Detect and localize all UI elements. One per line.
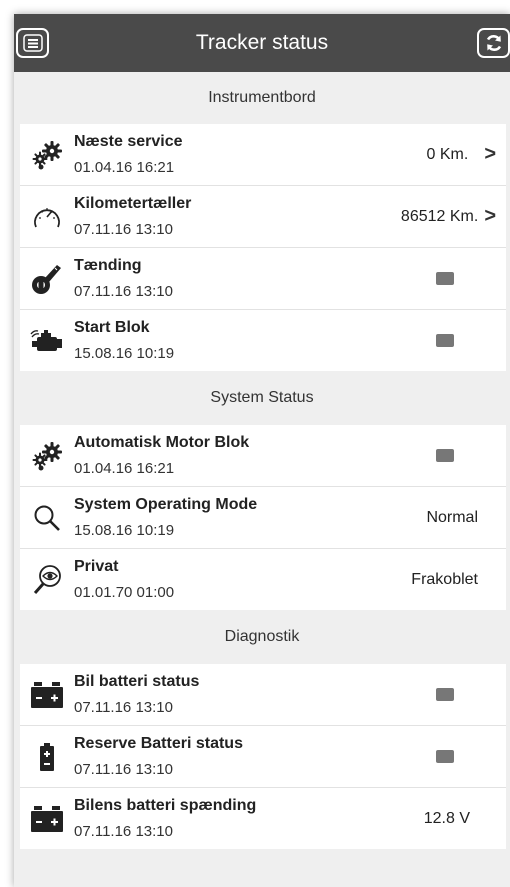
item-date: 07.11.16 13:10 [74, 699, 173, 716]
list-item-reserve-batteri-status[interactable]: Reserve Batteri status 07.11.16 13:10 [20, 726, 506, 788]
list-item-privat[interactable]: Privat 01.01.70 01:00 Frakoblet [20, 549, 506, 610]
car-battery-icon [31, 805, 63, 832]
item-date: 07.11.16 13:10 [74, 283, 173, 300]
section-title-instrumentbord: Instrumentbord [208, 89, 316, 106]
refresh-button[interactable] [477, 28, 510, 58]
backup-battery-icon [40, 742, 54, 771]
ignition-key-icon [32, 264, 61, 294]
item-value: 86512 Km. [400, 207, 479, 225]
status-indicator [436, 334, 454, 347]
status-indicator [436, 272, 454, 285]
item-value: Frakoblet [411, 570, 478, 588]
list-item-start-blok[interactable]: Start Blok 15.08.16 10:19 [20, 310, 506, 371]
section-title-diagnostik: Diagnostik [224, 628, 300, 645]
magnifier-icon [34, 505, 60, 531]
list-item-naeste-service[interactable]: Næste service 01.04.16 16:21 0 Km. > [20, 124, 506, 186]
menu-button[interactable] [16, 28, 49, 58]
engine-icon [30, 329, 62, 351]
app-header: Tracker status [14, 14, 510, 72]
item-date: 15.08.16 10:19 [74, 345, 175, 362]
refresh-icon [486, 35, 501, 51]
app-frame: Tracker status Instrumentbord Næste serv… [14, 14, 510, 887]
speedometer-icon [34, 207, 60, 227]
car-battery-icon [31, 681, 63, 708]
list-item-system-operating-mode[interactable]: System Operating Mode 15.08.16 10:19 Nor… [20, 487, 506, 549]
section-title-system-status: System Status [210, 389, 314, 406]
item-value: 0 Km. [426, 145, 469, 163]
chevron-right-icon[interactable]: > [484, 143, 496, 166]
status-indicator [436, 750, 454, 763]
system-status-card: Automatisk Motor Blok 01.04.16 16:21 Sys… [20, 425, 506, 610]
gears-icon [32, 140, 62, 169]
menu-icon [22, 34, 43, 52]
page-title: Tracker status [195, 31, 329, 54]
chevron-right-icon[interactable]: > [484, 205, 496, 228]
list-item-taending[interactable]: Tænding 07.11.16 13:10 [20, 248, 506, 310]
item-date: 07.11.16 13:10 [74, 761, 173, 778]
status-indicator [436, 449, 454, 462]
status-indicator [436, 688, 454, 701]
item-date: 01.04.16 16:21 [74, 460, 175, 477]
diagnostik-card: Bil batteri status 07.11.16 13:10 Reserv… [20, 664, 506, 849]
list-item-bilens-batteri-spaending[interactable]: Bilens batteri spænding 07.11.16 13:10 1… [20, 788, 506, 849]
item-value: 12.8 V [423, 809, 470, 827]
list-item-bil-batteri-status[interactable]: Bil batteri status 07.11.16 13:10 [20, 664, 506, 726]
gears-icon [32, 441, 62, 470]
item-value: Normal [426, 508, 478, 526]
eye-magnifier-icon [33, 564, 61, 594]
instrumentbord-card: Næste service 01.04.16 16:21 0 Km. > Kil… [20, 124, 506, 371]
list-item-kilometertaeller[interactable]: Kilometertæller 07.11.16 13:10 86512 Km.… [20, 186, 506, 248]
list-item-automatisk-motor-blok[interactable]: Automatisk Motor Blok 01.04.16 16:21 [20, 425, 506, 487]
